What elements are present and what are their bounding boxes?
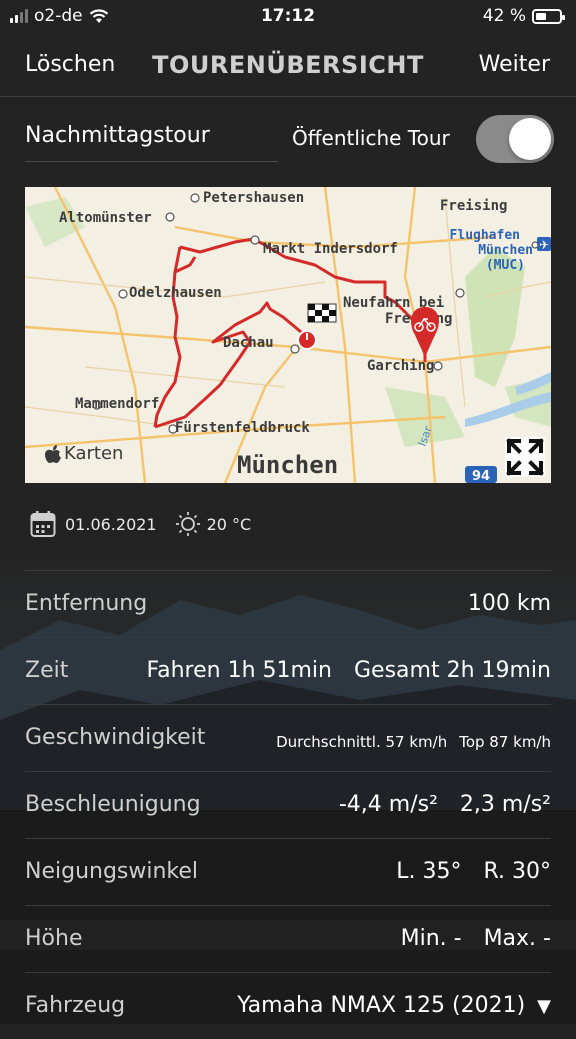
stat-row-acceleration: Beschleunigung -4,4 m/s² 2,3 m/s² [25,771,551,838]
deceleration-value: -4,4 m/s² [338,792,438,817]
public-tour-toggle[interactable] [476,115,554,163]
distance-label: Entfernung [25,591,148,616]
stat-row-altitude: Höhe Min. - Max. - [25,905,551,972]
speed-values: Durchschnittl. 57 km/h Top 87 km/h [276,733,551,751]
map-label-flughafen-muc: (MUC) [486,258,525,273]
highway-shield-label: 94 [472,469,490,483]
total-time: Gesamt 2h 19min [354,658,551,683]
lean-angle-label: Neigungswinkel [25,859,199,884]
sun-icon [175,512,200,536]
stat-row-distance: Entfernung 100 km [25,570,551,637]
route-map[interactable]: 94 ✈ Petershausen Altomünster Freising M… [25,187,551,483]
public-tour-label: Öffentliche Tour [292,126,450,150]
tour-temperature: 20 °C [206,514,252,534]
vehicle-label: Fahrzeug [25,993,126,1018]
map-label-fuerstenfeldbruck: Fürstenfeldbruck [175,420,310,436]
stat-row-vehicle: Fahrzeug Yamaha NMAX 125 (2021) ▼ [25,972,551,1039]
lean-right-value: R. 30° [483,859,551,884]
lean-left-value: L. 35° [396,859,462,884]
tour-info-row: 01.06.2021 20 °C [30,510,251,538]
map-label-markt-indersdorf: Markt Indersdorf [263,241,398,257]
finish-flag-icon [307,303,337,323]
speed-label: Geschwindigkeit [25,725,206,750]
altitude-values: Min. - Max. - [401,926,551,951]
acceleration-value: 2,3 m/s² [459,792,551,817]
map-label-flughafen: Flughafen [450,228,520,243]
lean-angle-values: L. 35° R. 30° [396,859,551,884]
map-label-garching: Garching [367,358,434,374]
stat-row-time: Zeit Fahren 1h 51min Gesamt 2h 19min [25,637,551,704]
start-point-marker [297,330,317,350]
altitude-max: Max. - [483,926,551,951]
battery-percent: 42 % [482,6,526,26]
toggle-knob [509,118,551,160]
map-label-muenchen: München [237,451,338,479]
maps-brand-label: Karten [64,443,124,464]
airport-icon: ✈ [539,238,549,252]
status-bar: o2-de 17:12 42 % [0,0,576,34]
vehicle-value: Yamaha NMAX 125 (2021) [237,993,526,1018]
expand-map-icon[interactable] [505,437,545,477]
next-button[interactable]: Weiter [479,52,550,77]
dropdown-arrow-icon: ▼ [537,996,551,1017]
tour-date: 01.06.2021 [65,514,157,534]
calendar-icon [30,511,56,537]
vehicle-select[interactable]: Yamaha NMAX 125 (2021) ▼ [237,993,551,1018]
altitude-label: Höhe [25,926,83,951]
distance-value: 100 km [467,591,551,616]
time-label: Zeit [25,658,69,683]
altitude-min: Min. - [400,926,462,951]
map-label-freising: Freising [440,198,507,214]
navigation-bar: Löschen TOURENÜBERSICHT Weiter [0,40,576,97]
map-label-flughafen-muenchen: München [478,243,533,258]
map-label-altomuenster: Altomünster [59,210,152,226]
acceleration-label: Beschleunigung [25,792,201,817]
maps-attribution: Karten [45,443,123,464]
stat-row-speed: Geschwindigkeit Durchschnittl. 57 km/h To… [25,704,551,771]
battery-icon [532,8,565,24]
top-speed: Top 87 km/h [459,733,551,751]
map-label-petershausen: Petershausen [203,190,304,206]
acceleration-values: -4,4 m/s² 2,3 m/s² [339,792,551,817]
apple-logo-icon [45,444,61,463]
map-label-mammendorf: Mammendorf [75,396,159,412]
tour-name-input[interactable]: Nachmittagstour [25,123,278,162]
time-values: Fahren 1h 51min Gesamt 2h 19min [146,658,551,683]
average-speed: Durchschnittl. 57 km/h [276,733,448,751]
map-label-odelzhausen: Odelzhausen [129,285,222,301]
stat-row-lean-angle: Neigungswinkel L. 35° R. 30° [25,838,551,905]
map-canvas: 94 ✈ Petershausen Altomünster Freising M… [25,187,551,483]
map-label-dachau: Dachau [223,335,274,351]
ride-time: Fahren 1h 51min [146,658,332,683]
